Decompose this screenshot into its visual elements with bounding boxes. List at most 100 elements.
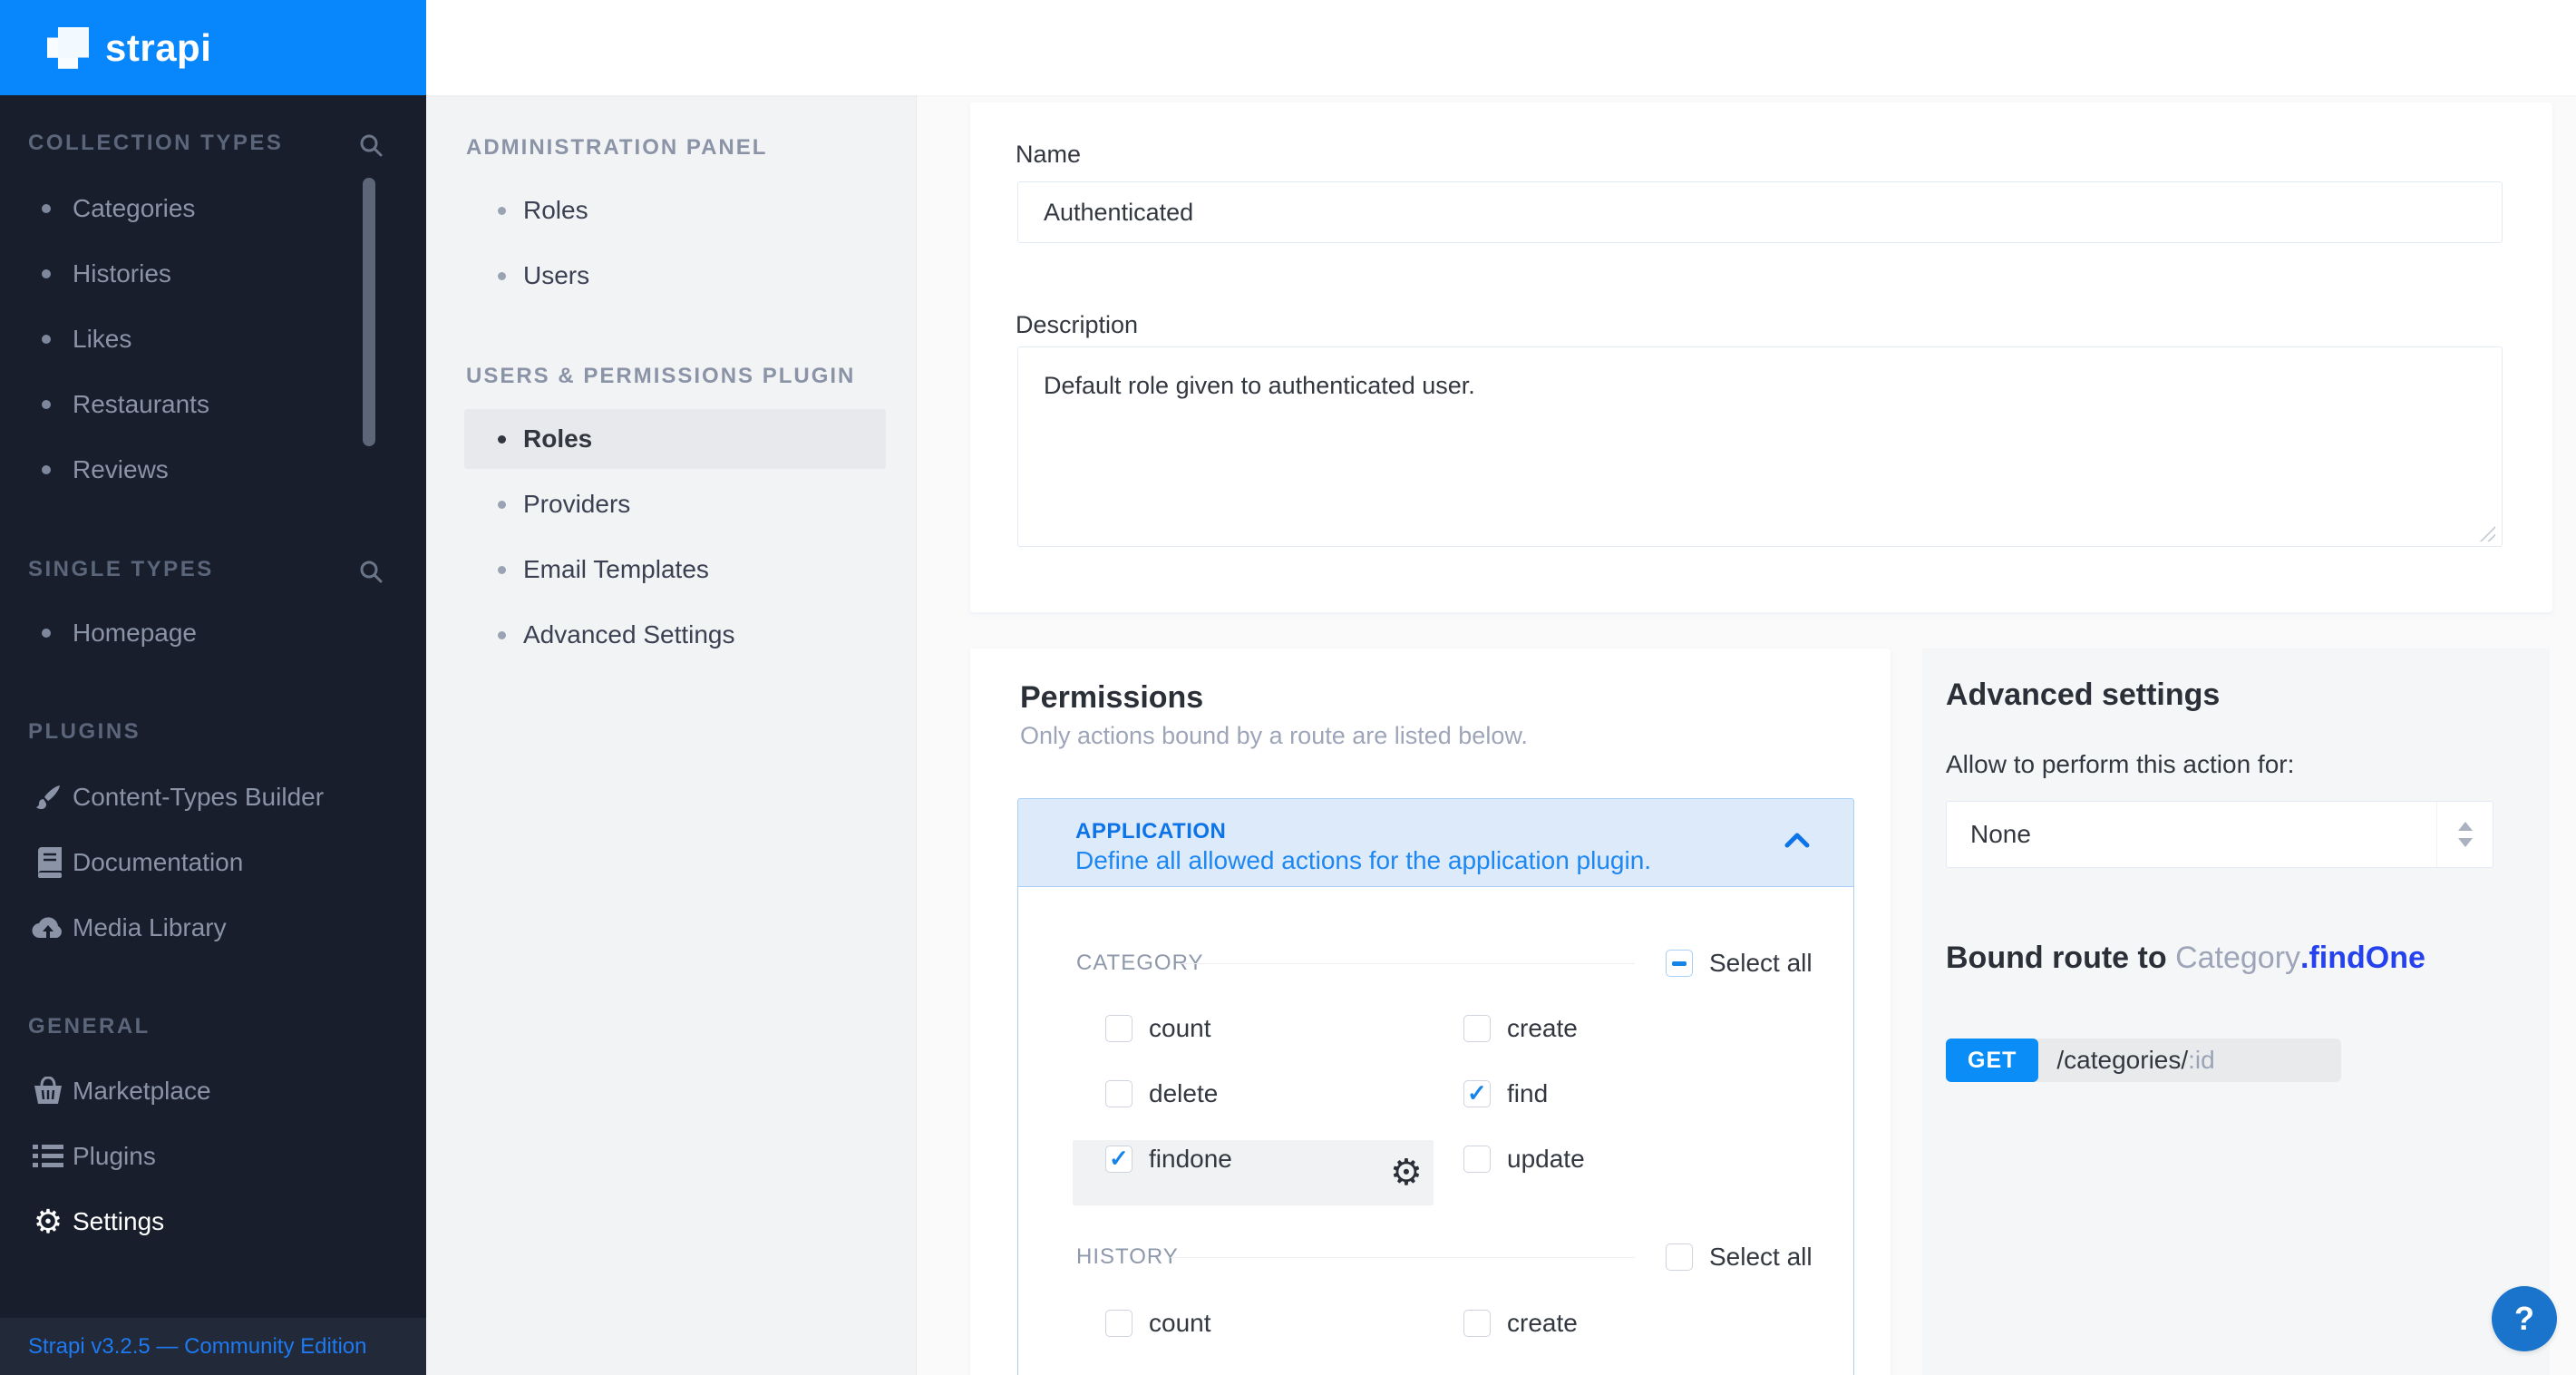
group-label-history: HISTORY	[1076, 1244, 1179, 1270]
sidebar-item-categories[interactable]: Categories	[0, 176, 426, 241]
perm-create[interactable]: create	[1447, 1014, 1578, 1043]
permissions-title: Permissions	[1020, 680, 1203, 716]
arrow-down-icon	[2458, 838, 2473, 847]
checkbox[interactable]	[1105, 1310, 1132, 1337]
plugins-heading: PLUGINS	[28, 719, 141, 745]
subnav-item-up-email-templates[interactable]: Email Templates	[464, 540, 886, 600]
search-icon[interactable]	[357, 558, 384, 585]
sidebar-item-homepage[interactable]: Homepage	[0, 600, 426, 666]
subnav-item-admin-roles[interactable]: Roles	[464, 180, 886, 240]
select-stepper-icons[interactable]	[2436, 802, 2493, 867]
checkbox[interactable]	[1463, 1310, 1491, 1337]
role-form-card: Name Description Default role given to a…	[970, 102, 2552, 612]
divider	[1171, 1257, 1635, 1258]
advanced-settings-title: Advanced settings	[1946, 678, 2220, 713]
policy-select[interactable]: None	[1946, 801, 2493, 868]
name-input[interactable]	[1017, 181, 2503, 243]
users-permissions-heading: USERS & PERMISSIONS PLUGIN	[466, 364, 855, 389]
arrow-up-icon	[2458, 822, 2473, 831]
bullet-icon	[498, 501, 506, 509]
gear-icon	[30, 1205, 66, 1238]
permissions-card: Permissions Only actions bound by a rout…	[970, 648, 1891, 1375]
checkbox[interactable]	[1463, 1146, 1491, 1173]
sidebar-item-restaurants[interactable]: Restaurants	[0, 372, 426, 437]
perm-update[interactable]: update	[1447, 1145, 1585, 1174]
sidebar-item-likes[interactable]: Likes	[0, 307, 426, 372]
search-icon[interactable]	[357, 132, 384, 159]
book-icon	[30, 847, 66, 878]
strapi-logo[interactable]: strapi	[0, 0, 426, 95]
help-button[interactable]: ?	[2492, 1286, 2557, 1351]
perm-count[interactable]: count	[1089, 1014, 1211, 1043]
bullet-icon	[498, 566, 506, 574]
select-all-checkbox[interactable]	[1666, 1243, 1693, 1271]
chevron-up-icon[interactable]	[1784, 832, 1810, 848]
single-types-heading: SINGLE TYPES	[28, 557, 214, 582]
name-label: Name	[1016, 141, 1081, 169]
perm-findone[interactable]: findone	[1089, 1145, 1232, 1174]
category-select-all[interactable]: Select all	[1649, 949, 1813, 978]
subnav-item-up-providers[interactable]: Providers	[464, 474, 886, 534]
paintbrush-icon	[30, 782, 66, 813]
sidebar-item-content-types-builder[interactable]: Content-Types Builder	[0, 765, 426, 830]
collection-types-heading: COLLECTION TYPES	[28, 131, 283, 156]
bullet-icon	[42, 204, 51, 213]
sidebar-item-settings[interactable]: Settings	[0, 1189, 426, 1254]
sidebar-item-histories[interactable]: Histories	[0, 241, 426, 307]
top-header	[426, 0, 2576, 95]
bullet-icon	[42, 465, 51, 474]
bound-route-heading: Bound route to Category.findOne	[1946, 941, 2425, 976]
plugin-description: Define all allowed actions for the appli…	[1075, 846, 1651, 875]
permissions-subtitle: Only actions bound by a route are listed…	[1020, 722, 1528, 750]
sidebar-item-marketplace[interactable]: Marketplace	[0, 1058, 426, 1124]
cog-icon[interactable]	[1390, 1155, 1423, 1191]
main-sidebar: strapi COLLECTION TYPES Categories Histo…	[0, 0, 426, 1375]
checkbox[interactable]	[1105, 1080, 1132, 1107]
list-icon	[30, 1144, 66, 1169]
bullet-icon	[42, 335, 51, 344]
checkbox[interactable]	[1463, 1080, 1491, 1107]
settings-subnav: ADMINISTRATION PANEL Roles Users USERS &…	[426, 95, 917, 1375]
perm-find[interactable]: find	[1447, 1079, 1548, 1108]
policy-select-value: None	[1970, 802, 2031, 867]
plugins-list: Content-Types Builder Documentation Medi…	[0, 765, 426, 961]
allow-action-label: Allow to perform this action for:	[1946, 750, 2294, 779]
sidebar-item-documentation[interactable]: Documentation	[0, 830, 426, 895]
general-list: Marketplace Plugins Settings	[0, 1058, 426, 1254]
bullet-icon	[42, 269, 51, 278]
bullet-icon	[498, 272, 506, 280]
checkbox[interactable]	[1463, 1015, 1491, 1042]
strapi-logo-icon	[47, 27, 89, 69]
plugin-name: APPLICATION	[1075, 819, 1226, 844]
sidebar-item-media-library[interactable]: Media Library	[0, 895, 426, 961]
subnav-item-up-roles[interactable]: Roles	[464, 409, 886, 469]
description-textarea[interactable]: Default role given to authenticated user…	[1017, 346, 2503, 547]
single-types-list: Homepage	[0, 600, 426, 666]
checkbox[interactable]	[1105, 1146, 1132, 1173]
cloud-upload-icon	[30, 914, 66, 941]
subnav-item-up-advanced-settings[interactable]: Advanced Settings	[464, 605, 886, 665]
perm-delete[interactable]: delete	[1089, 1079, 1218, 1108]
description-label: Description	[1016, 311, 1138, 339]
perm-history-count[interactable]: count	[1089, 1309, 1211, 1338]
route-path: /categories/:id	[2033, 1039, 2341, 1082]
select-all-checkbox[interactable]	[1666, 950, 1693, 977]
application-permissions-body: CATEGORY Select all count create delete …	[1017, 887, 1854, 1375]
version-footer[interactable]: Strapi v3.2.5 — Community Edition	[0, 1318, 426, 1375]
checkbox[interactable]	[1105, 1015, 1132, 1042]
sidebar-item-reviews[interactable]: Reviews	[0, 437, 426, 502]
bullet-icon	[42, 629, 51, 638]
history-select-all[interactable]: Select all	[1649, 1243, 1813, 1272]
divider	[1181, 963, 1635, 964]
bullet-icon	[42, 400, 51, 409]
bound-route-chip: GET /categories/:id	[1946, 1039, 2341, 1082]
brand-name: strapi	[105, 26, 211, 70]
basket-icon	[30, 1077, 66, 1106]
bullet-icon	[498, 631, 506, 639]
subnav-item-admin-users[interactable]: Users	[464, 246, 886, 306]
application-plugin-accordion[interactable]: APPLICATION Define all allowed actions f…	[1017, 798, 1854, 887]
perm-history-create[interactable]: create	[1447, 1309, 1578, 1338]
admin-panel-heading: ADMINISTRATION PANEL	[466, 135, 767, 161]
sidebar-item-plugins[interactable]: Plugins	[0, 1124, 426, 1189]
advanced-settings-panel: Advanced settings Allow to perform this …	[1922, 648, 2550, 1375]
